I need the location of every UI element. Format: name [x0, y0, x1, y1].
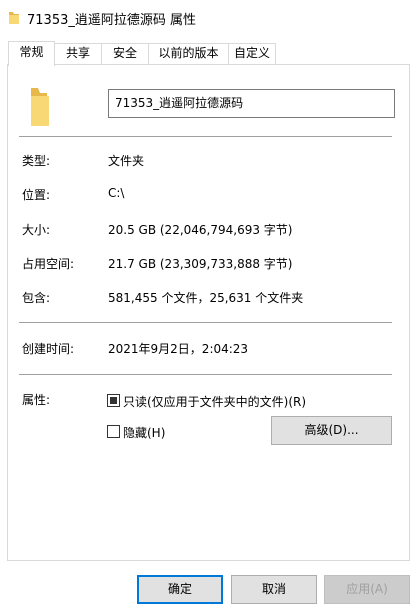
tab-security[interactable]: 安全: [101, 43, 149, 64]
properties-dialog: 71353_逍遥阿拉德源码 属性 常规 共享 安全 以前的版本 自定义 7135…: [0, 0, 419, 614]
cancel-button[interactable]: 取消: [231, 575, 317, 604]
tab-label: 共享: [65, 46, 90, 60]
contains-value: 581,455 个文件，25,631 个文件夹: [108, 291, 304, 305]
type-value: 文件夹: [108, 154, 145, 168]
tab-share[interactable]: 共享: [54, 43, 102, 64]
tab-label: 常规: [19, 45, 44, 59]
hidden-checkbox[interactable]: [107, 425, 120, 438]
tab-label: 安全: [112, 46, 137, 60]
contains-label: 包含:: [22, 291, 51, 305]
created-value: 2021年9月2日，2:04:23: [108, 342, 249, 356]
size-on-disk-value: 21.7 GB (23,309,733,888 字节): [108, 257, 293, 271]
window-title: 71353_逍遥阿拉德源码 属性: [27, 13, 196, 28]
tab-label: 自定义: [233, 46, 270, 60]
title-bar[interactable]: 71353_逍遥阿拉德源码 属性: [0, 0, 419, 34]
size-label: 大小:: [22, 223, 51, 237]
tab-customize[interactable]: 自定义: [228, 43, 276, 64]
folder-icon: [31, 88, 49, 126]
tab-previous-versions[interactable]: 以前的版本: [148, 43, 229, 64]
divider: [19, 322, 392, 323]
folder-name-input[interactable]: 71353_逍遥阿拉德源码: [108, 89, 395, 118]
advanced-button[interactable]: 高级(D)...: [271, 416, 392, 445]
type-label: 类型:: [22, 154, 51, 168]
tab-general[interactable]: 常规: [8, 41, 55, 66]
tab-label: 以前的版本: [158, 46, 219, 60]
location-label: 位置:: [22, 188, 51, 202]
readonly-checkbox[interactable]: [107, 394, 120, 407]
location-value: C:\: [108, 186, 125, 200]
hidden-label: 隐藏(H): [123, 426, 166, 440]
divider: [19, 136, 392, 137]
divider: [19, 374, 392, 375]
folder-icon: [9, 12, 19, 24]
size-on-disk-label: 占用空间:: [22, 257, 75, 271]
ok-button[interactable]: 确定: [137, 575, 223, 604]
created-label: 创建时间:: [22, 342, 75, 356]
apply-button[interactable]: 应用(A): [324, 575, 410, 604]
attributes-label: 属性:: [22, 393, 51, 407]
readonly-label: 只读(仅应用于文件夹中的文件)(R): [123, 395, 307, 409]
size-value: 20.5 GB (22,046,794,693 字节): [108, 223, 293, 237]
general-tab-panel: [7, 64, 410, 561]
